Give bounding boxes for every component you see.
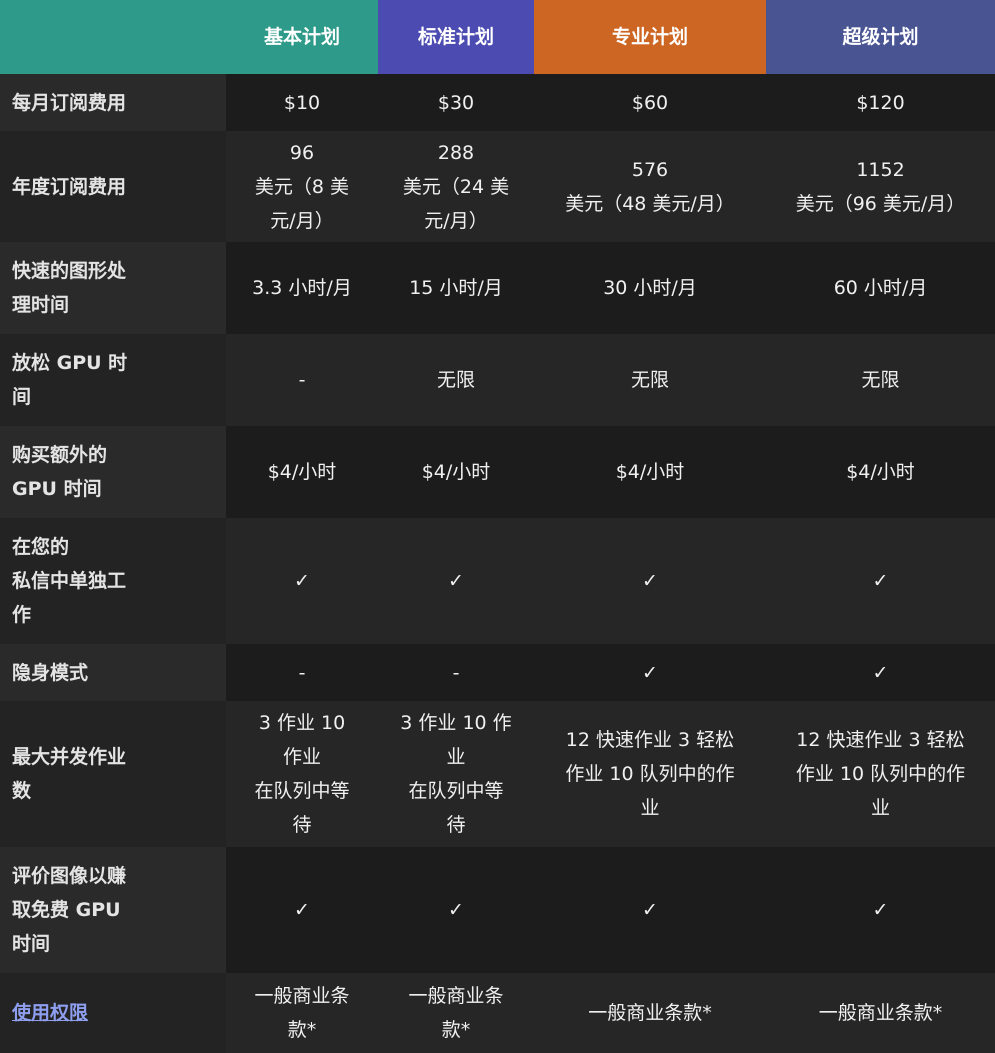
row-max-concurrent-jobs: 最大并发作业 数 3 作业 10 作业 在队列中等 待 3 作业 10 作 业 … [0,701,995,847]
cell-basic: $10 [226,74,378,131]
cell-mega: $120 [766,74,995,131]
row-label: 年度订阅费用 [0,131,226,242]
check-icon: ✓ [378,518,534,644]
cell-basic: 3 作业 10 作业 在队列中等 待 [226,701,378,847]
check-icon: ✓ [766,518,995,644]
cell-basic: $4/小时 [226,426,378,518]
cell-standard: $30 [378,74,534,131]
cell-pro: 30 小时/月 [534,242,766,334]
check-icon: ✓ [534,644,766,701]
check-icon: ✓ [766,644,995,701]
cell-mega: $4/小时 [766,426,995,518]
check-icon: ✓ [766,847,995,973]
cell-mega: 无限 [766,334,995,426]
row-label: 快速的图形处 理时间 [0,242,226,334]
cell-pro: 无限 [534,334,766,426]
cell-pro: 一般商业条款* [534,973,766,1053]
cell-basic: 3.3 小时/月 [226,242,378,334]
plan-header-basic: 基本计划 [226,0,378,74]
check-icon: ✓ [534,847,766,973]
row-label: 隐身模式 [0,644,226,701]
cell-pro: 12 快速作业 3 轻松 作业 10 队列中的作 业 [534,701,766,847]
row-rate-images: 评价图像以赚 取免费 GPU 时间 ✓ ✓ ✓ ✓ [0,847,995,973]
row-label: 购买额外的 GPU 时间 [0,426,226,518]
row-private-dm-work: 在您的 私信中单独工 作 ✓ ✓ ✓ ✓ [0,518,995,644]
cell-standard: $4/小时 [378,426,534,518]
cell-mega: 1152 美元（96 美元/月） [766,131,995,242]
row-label: 在您的 私信中单独工 作 [0,518,226,644]
row-label: 使用权限 [0,973,226,1053]
cell-mega: 一般商业条款* [766,973,995,1053]
plan-header-standard: 标准计划 [378,0,534,74]
row-label: 最大并发作业 数 [0,701,226,847]
cell-basic: 96 美元（8 美 元/月） [226,131,378,242]
check-icon: ✓ [226,847,378,973]
cell-pro: $4/小时 [534,426,766,518]
row-usage-rights: 使用权限 一般商业条 款* 一般商业条 款* 一般商业条款* 一般商业条款* [0,973,995,1053]
usage-rights-link[interactable]: 使用权限 [12,1002,88,1024]
row-label: 每月订阅费用 [0,74,226,131]
cell-basic: 一般商业条 款* [226,973,378,1053]
plan-header-mega: 超级计划 [766,0,995,74]
cell-mega: 12 快速作业 3 轻松 作业 10 队列中的作 业 [766,701,995,847]
row-fast-gpu-time: 快速的图形处 理时间 3.3 小时/月 15 小时/月 30 小时/月 60 小… [0,242,995,334]
check-icon: ✓ [378,847,534,973]
plan-comparison-table: 基本计划 标准计划 专业计划 超级计划 每月订阅费用 $10 $30 $60 $… [0,0,995,1053]
row-relax-gpu-time: 放松 GPU 时 间 - 无限 无限 无限 [0,334,995,426]
row-label: 放松 GPU 时 间 [0,334,226,426]
header-corner-cell [0,0,226,74]
cell-standard: 一般商业条 款* [378,973,534,1053]
row-label: 评价图像以赚 取免费 GPU 时间 [0,847,226,973]
plan-header-row: 基本计划 标准计划 专业计划 超级计划 [0,0,995,74]
plan-header-pro: 专业计划 [534,0,766,74]
cell-pro: 576 美元（48 美元/月） [534,131,766,242]
cell-standard: 15 小时/月 [378,242,534,334]
cell-basic: - [226,334,378,426]
row-annual-price: 年度订阅费用 96 美元（8 美 元/月） 288 美元（24 美 元/月） 5… [0,131,995,242]
check-icon: ✓ [534,518,766,644]
cell-standard: 无限 [378,334,534,426]
cell-standard: 3 作业 10 作 业 在队列中等 待 [378,701,534,847]
row-stealth-mode: 隐身模式 - - ✓ ✓ [0,644,995,701]
cell-standard: - [378,644,534,701]
cell-pro: $60 [534,74,766,131]
cell-mega: 60 小时/月 [766,242,995,334]
cell-basic: - [226,644,378,701]
cell-standard: 288 美元（24 美 元/月） [378,131,534,242]
check-icon: ✓ [226,518,378,644]
row-monthly-price: 每月订阅费用 $10 $30 $60 $120 [0,74,995,131]
row-extra-gpu-time: 购买额外的 GPU 时间 $4/小时 $4/小时 $4/小时 $4/小时 [0,426,995,518]
